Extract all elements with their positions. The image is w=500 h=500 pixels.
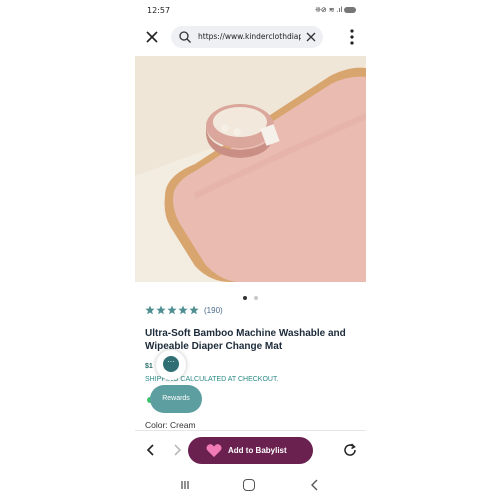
battery-icon	[344, 7, 356, 13]
change-mat-photo	[135, 56, 366, 282]
carousel-indicator	[135, 287, 366, 305]
color-label: Color: Cream	[145, 420, 196, 430]
add-to-babylist-button[interactable]: Add to Babylist	[188, 437, 313, 464]
chat-icon: ···	[163, 356, 179, 372]
clear-url-icon[interactable]	[305, 31, 317, 43]
price-start: $1	[145, 363, 153, 370]
rating-count[interactable]: (190)	[204, 306, 223, 315]
status-time: 12:57	[147, 6, 171, 15]
browser-toolbar: https://www.kinderclothdiapers.com	[135, 26, 366, 50]
system-back-icon[interactable]	[310, 479, 320, 491]
recent-apps-icon[interactable]	[180, 480, 190, 490]
chat-widget-button[interactable]: ···	[156, 350, 186, 380]
star-icon	[167, 305, 177, 315]
product-rating[interactable]: (190)	[145, 305, 223, 315]
star-icon	[145, 305, 155, 315]
product-image[interactable]	[135, 56, 366, 282]
carousel-dot-1[interactable]	[243, 296, 248, 300]
star-icon	[156, 305, 166, 315]
refresh-icon[interactable]	[342, 442, 358, 458]
back-arrow-icon[interactable]	[145, 443, 157, 457]
heart-icon	[206, 444, 222, 457]
product-title: Ultra-Soft Bamboo Machine Washable and W…	[145, 328, 346, 352]
forward-arrow-icon[interactable]	[171, 443, 183, 457]
add-to-babylist-label: Add to Babylist	[228, 446, 287, 455]
status-icons: ❊⊘ ≋ .ıl	[315, 6, 356, 14]
url-bar[interactable]: https://www.kinderclothdiapers.com	[171, 26, 323, 48]
star-icon	[189, 305, 199, 315]
star-icon	[178, 305, 188, 315]
url-text[interactable]: https://www.kinderclothdiapers.com	[198, 32, 301, 41]
search-icon	[179, 31, 191, 43]
system-navigation-bar	[135, 478, 366, 492]
kebab-menu-icon[interactable]	[348, 28, 356, 46]
close-icon[interactable]	[143, 28, 161, 46]
carousel-dot-2[interactable]	[253, 296, 258, 300]
status-bar: 12:57 ❊⊘ ≋ .ıl	[135, 4, 366, 18]
status-signal-icons: ❊⊘ ≋ .ıl	[315, 7, 342, 14]
home-icon[interactable]	[243, 479, 255, 491]
rewards-button[interactable]: Rewards	[150, 385, 202, 413]
browser-bottom-bar: Add to Babylist	[135, 430, 366, 471]
phone-screen: 12:57 ❊⊘ ≋ .ıl https://www.kinderclothdi…	[135, 0, 366, 500]
